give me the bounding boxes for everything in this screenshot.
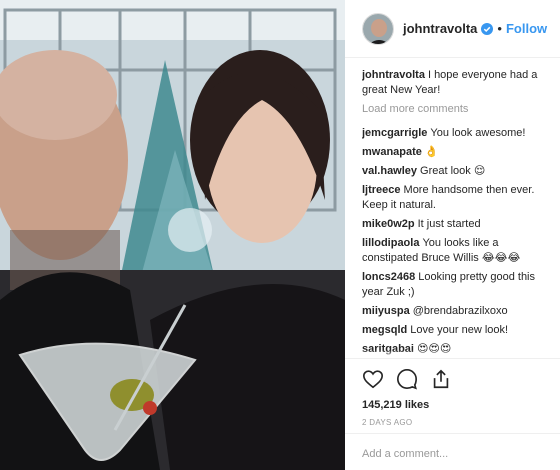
comment-mention-link[interactable]: @brendabrazilxoxo <box>413 305 508 317</box>
comment-text: Love your new look! <box>410 324 509 336</box>
share-icon[interactable] <box>430 368 452 390</box>
comment-text: 👌 <box>424 146 439 158</box>
comment-text: Great look 😌 <box>420 165 486 177</box>
list-item: megsqld Love your new look! <box>362 323 560 338</box>
comment-username[interactable]: loncs2468 <box>362 271 415 283</box>
comment-username[interactable]: ljtreece <box>362 184 401 196</box>
scroll-fade <box>362 350 560 358</box>
heart-icon[interactable] <box>362 368 384 390</box>
comment-username[interactable]: megsqld <box>362 324 407 336</box>
comment-text: You look awesome! <box>430 127 526 139</box>
caption-username[interactable]: johntravolta <box>362 69 425 81</box>
comment-username[interactable]: mwanapate <box>362 146 422 158</box>
list-item: val.hawley Great look 😌 <box>362 164 560 179</box>
photo-illustration <box>0 0 345 470</box>
header-username[interactable]: johntravolta <box>403 21 477 36</box>
list-item: lillodipaola You looks like a constipated… <box>362 236 560 266</box>
avatar[interactable] <box>362 12 394 45</box>
load-more-comments-button[interactable]: Load more comments <box>362 102 560 117</box>
comment-username[interactable]: jemcgarrigle <box>362 127 427 139</box>
comment-username[interactable]: val.hawley <box>362 165 417 177</box>
comment-text: It just started <box>417 218 481 230</box>
post-date: 2 DAYS AGO <box>362 418 413 427</box>
post-sidebar: johntravolta • Follow johntravolta I hope… <box>345 0 560 470</box>
list-item: mwanapate 👌 <box>362 145 560 160</box>
follow-button[interactable]: Follow <box>506 21 547 36</box>
separator-dot: • <box>497 21 502 36</box>
comment-username[interactable]: lillodipaola <box>362 237 419 249</box>
caption: johntravolta I hope everyone had a great … <box>362 68 560 98</box>
add-comment-bar <box>345 433 560 470</box>
avatar-image <box>363 13 393 44</box>
comment-username[interactable]: miiyuspa <box>362 305 410 317</box>
post-actions: 145,219 likes 2 DAYS AGO <box>345 358 560 427</box>
add-comment-input[interactable] <box>362 448 552 460</box>
comment-username[interactable]: mike0w2p <box>362 218 415 230</box>
list-item: ljtreece More handsome then ever. Keep it… <box>362 183 560 213</box>
likes-count[interactable]: 145,219 likes <box>362 399 560 411</box>
list-item: loncs2468 Looking pretty good this year Z… <box>362 270 560 300</box>
verified-badge-icon <box>481 22 494 35</box>
post-photo <box>0 0 345 470</box>
comments-list: johntravolta I hope everyone had a great … <box>362 68 560 358</box>
list-item: mike0w2p It just started <box>362 217 560 232</box>
action-icons <box>362 367 560 391</box>
list-item: jemcgarrigle You look awesome! <box>362 126 560 141</box>
post-header: johntravolta • Follow <box>345 0 560 58</box>
speech-bubble-icon[interactable] <box>396 368 418 390</box>
list-item: miiyuspa @brendabrazilxoxo <box>362 304 560 319</box>
